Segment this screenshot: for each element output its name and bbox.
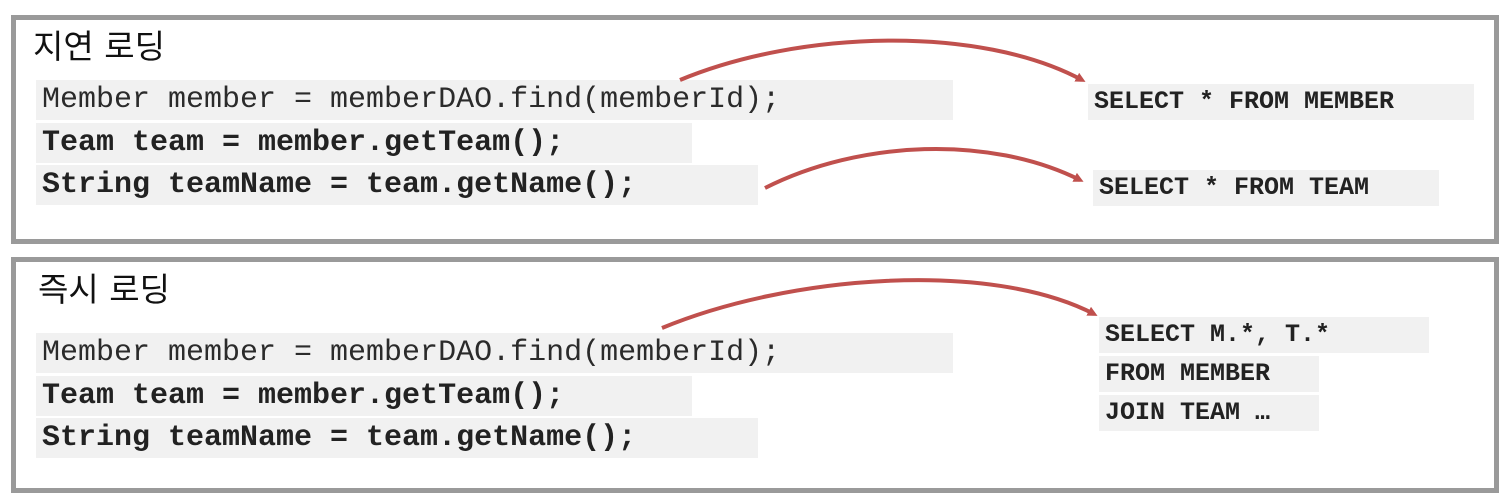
lazy-code-line-3: String teamName = team.getName(); bbox=[36, 165, 758, 205]
eager-loading-title: 즉시 로딩 bbox=[38, 270, 170, 309]
eager-sql-line-3: JOIN TEAM … bbox=[1099, 395, 1319, 431]
eager-code-line-3: String teamName = team.getName(); bbox=[36, 418, 758, 458]
eager-sql-line-2: FROM MEMBER bbox=[1099, 356, 1319, 392]
lazy-sql-team: SELECT * FROM TEAM bbox=[1093, 170, 1439, 206]
eager-code-line-1: Member member = memberDAO.find(memberId)… bbox=[36, 333, 953, 373]
lazy-sql-member: SELECT * FROM MEMBER bbox=[1088, 84, 1474, 120]
lazy-code-line-1: Member member = memberDAO.find(memberId)… bbox=[36, 80, 953, 120]
eager-sql-line-1: SELECT M.*, T.* bbox=[1099, 317, 1429, 353]
eager-code-line-2: Team team = member.getTeam(); bbox=[36, 376, 692, 416]
lazy-loading-title: 지연 로딩 bbox=[33, 27, 165, 66]
lazy-code-line-2: Team team = member.getTeam(); bbox=[36, 123, 692, 163]
